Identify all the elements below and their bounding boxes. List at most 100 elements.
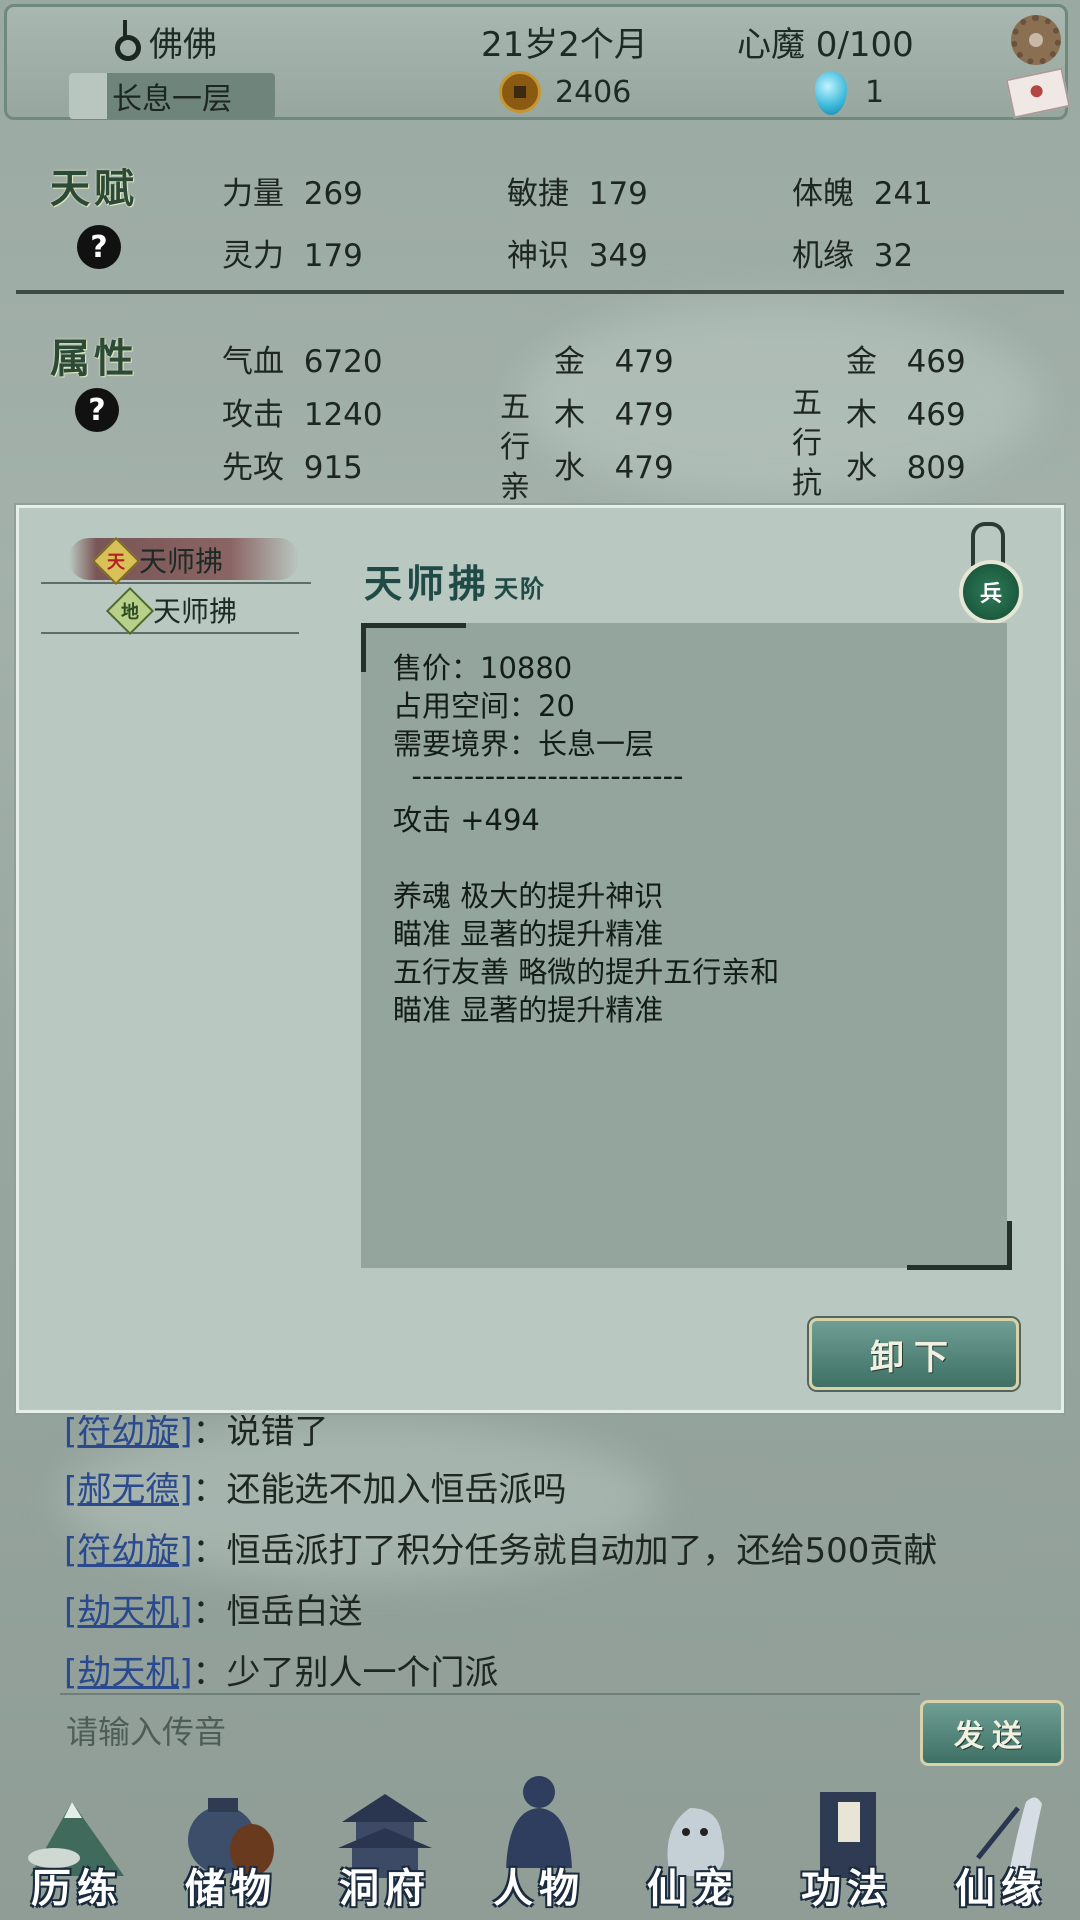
chat-text: ：还能选不加入恒岳派吗	[192, 1470, 567, 1510]
chat-sender-link[interactable]: [符幼旋]	[64, 1412, 193, 1452]
realm-progress-bar: 长息一层	[69, 73, 275, 119]
send-button[interactable]: 发送	[920, 1700, 1064, 1766]
stat-value: 179	[303, 238, 363, 274]
nav-item-destiny[interactable]: 仙缘	[924, 1770, 1078, 1920]
talent-stat-fortune: 机缘 32	[792, 230, 913, 275]
talent-stat-agility: 敏捷 179	[507, 168, 648, 213]
tab-divider	[41, 582, 311, 584]
chat-input[interactable]	[60, 1695, 928, 1769]
nav-label: 功法	[801, 1866, 893, 1912]
desc-line-price: 售价：10880	[393, 651, 573, 685]
stat-label: 力量	[222, 176, 284, 212]
nav-label: 洞府	[339, 1866, 431, 1912]
nav-item-storage[interactable]: 储物	[154, 1770, 308, 1920]
stat-value: 179	[588, 176, 648, 212]
vlabel-char: 五	[500, 390, 530, 425]
nav-label: 历练	[31, 1866, 123, 1912]
attributes-help-icon[interactable]: ?	[75, 388, 119, 432]
chat-message: [劫天机]：恒岳白送	[64, 1584, 363, 1633]
gourd-icon	[115, 20, 141, 61]
nav-label: 仙宠	[647, 1866, 739, 1912]
grade-char: 天	[107, 552, 125, 573]
chat-sender-link[interactable]: [劫天机]	[64, 1592, 193, 1632]
stat-label: 木	[846, 397, 877, 433]
chat-input-row	[60, 1693, 928, 1769]
bottom-navigation: 历练 储物 洞府 人物 仙宠 功法 仙缘	[0, 1770, 1080, 1920]
chat-message: [符幼旋]：恒岳派打了积分任务就自动加了，还给500贡献	[64, 1523, 937, 1572]
stat-label: 木	[554, 397, 585, 433]
stat-value: 349	[588, 238, 648, 274]
gem-count: 1	[865, 75, 885, 110]
stat-value: 469	[906, 344, 966, 380]
unequip-button[interactable]: 卸下	[809, 1318, 1019, 1390]
stat-value: 241	[873, 176, 933, 212]
nav-item-pet[interactable]: 仙宠	[616, 1770, 770, 1920]
talent-stat-divine-sense: 神识 349	[507, 230, 648, 275]
stat-value: 479	[614, 344, 674, 380]
tab-label: 天师拂	[153, 595, 238, 628]
character-icon	[506, 1776, 572, 1868]
chat-message: [郝无德]：还能选不加入恒岳派吗	[64, 1462, 567, 1511]
attributes-section-title: 属性	[50, 336, 138, 382]
chat-sender-link[interactable]: [郝无德]	[64, 1470, 193, 1510]
weapon-type-badge-icon: 兵	[959, 560, 1023, 624]
nav-label: 储物	[185, 1866, 277, 1912]
stat-value: 269	[303, 176, 363, 212]
stat-label: 机缘	[792, 238, 854, 274]
panel-corner-decoration	[907, 1221, 1012, 1270]
chat-text: ：说错了	[192, 1412, 329, 1452]
coin-icon	[499, 71, 541, 113]
stat-label: 先攻	[222, 450, 284, 486]
item-name: 天师拂	[364, 562, 491, 606]
chat-sender-link[interactable]: [符幼旋]	[64, 1531, 193, 1571]
chat-text: ：恒岳白送	[192, 1592, 363, 1632]
player-name: 佛佛	[149, 25, 217, 65]
affinity-wood: 木 479	[554, 389, 674, 434]
desc-line-separator: --------------------------	[393, 759, 684, 793]
nav-label: 仙缘	[955, 1866, 1047, 1912]
five-element-affinity-label: 五 行 亲	[498, 388, 532, 508]
stat-value: 32	[873, 238, 914, 274]
desc-line-space: 占用空间：20	[393, 689, 575, 723]
nav-label: 人物	[493, 1866, 585, 1912]
item-title: 天师拂 天阶	[364, 553, 546, 608]
stat-label: 水	[554, 450, 585, 486]
desc-line-affix: 瞄准 显著的提升精准	[393, 917, 664, 951]
chat-sender-link[interactable]: [劫天机]	[64, 1653, 193, 1693]
talent-stat-strength: 力量 269	[222, 168, 363, 213]
stat-label: 神识	[507, 238, 569, 274]
stat-value: 479	[614, 450, 674, 486]
stat-label: 气血	[222, 344, 284, 380]
chat-message: [劫天机]：少了别人一个门派	[64, 1645, 499, 1694]
chat-text: ：少了别人一个门派	[192, 1653, 499, 1693]
talent-section-title: 天赋	[50, 166, 138, 212]
item-grade: 天阶	[494, 575, 547, 603]
grade-char: 地	[121, 602, 139, 623]
tab-label: 天师拂	[139, 545, 224, 578]
resist-wood: 木 469	[846, 389, 966, 434]
settings-gear-icon[interactable]	[1011, 15, 1061, 65]
stat-label: 水	[846, 450, 877, 486]
nav-item-cave-dwelling[interactable]: 洞府	[308, 1770, 462, 1920]
vlabel-char: 抗	[792, 466, 822, 501]
talent-help-icon[interactable]: ?	[77, 225, 121, 269]
nav-item-character[interactable]: 人物	[462, 1770, 616, 1920]
stat-label: 金	[846, 344, 877, 380]
nav-item-training[interactable]: 历练	[0, 1770, 154, 1920]
section-divider	[16, 290, 1064, 294]
attr-stat-hp: 气血 6720	[222, 336, 383, 381]
nav-item-technique[interactable]: 功法	[770, 1770, 924, 1920]
stat-label: 灵力	[222, 238, 284, 274]
affinity-metal: 金 479	[554, 336, 674, 381]
stat-label: 敏捷	[507, 176, 569, 212]
spirit-gem-icon	[815, 71, 847, 115]
vlabel-char: 亲	[500, 470, 530, 505]
heart-demon-text: 心魔 0/100	[737, 25, 914, 65]
item-detail-dialog: 天 天师拂 地 天师拂 天师拂 天阶 兵 售价：10880 占用空间：20 需要境…	[16, 505, 1064, 1413]
stat-value: 479	[614, 397, 674, 433]
tab-divider	[41, 632, 299, 634]
talent-stat-physique: 体魄 241	[792, 168, 933, 213]
vlabel-char: 行	[500, 430, 530, 465]
mail-letter-icon[interactable]	[1005, 67, 1071, 119]
desc-line-affix: 瞄准 显著的提升精准	[393, 993, 664, 1027]
